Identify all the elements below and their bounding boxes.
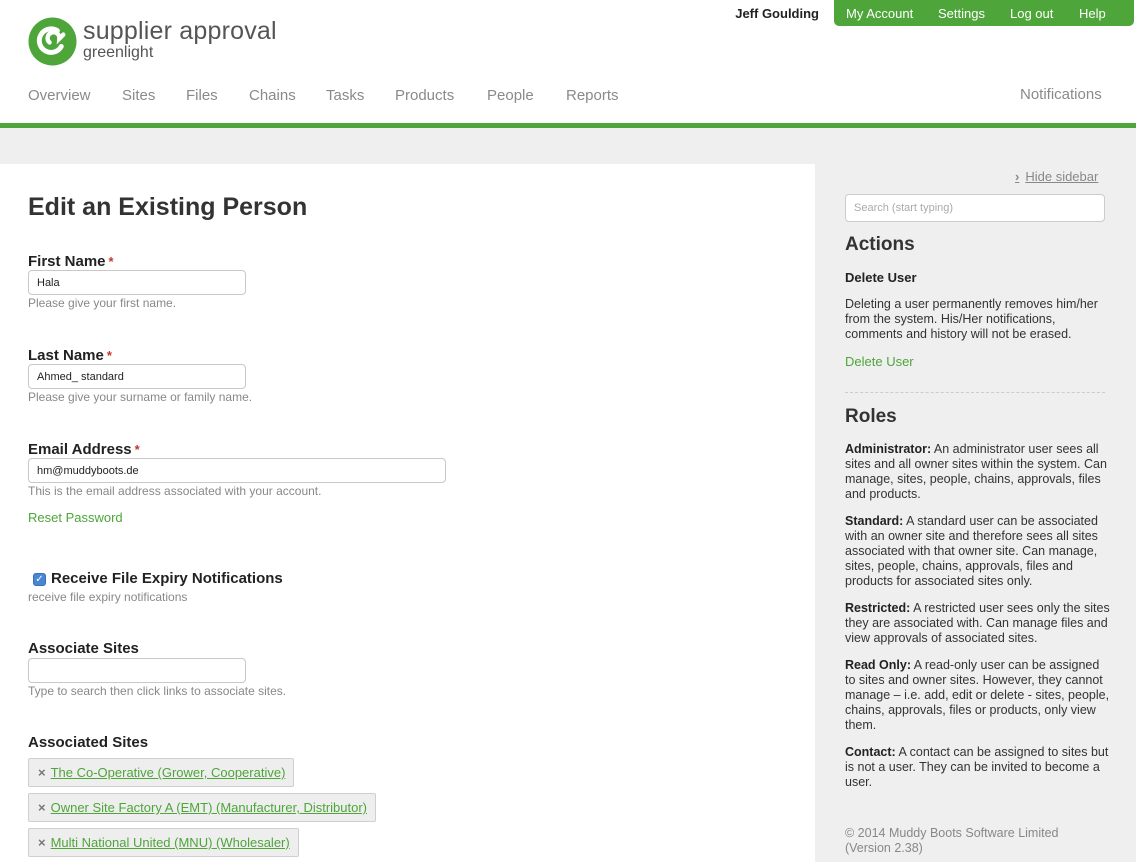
role-name: Read Only: (845, 658, 911, 672)
reset-password-link[interactable]: Reset Password (28, 510, 123, 525)
notifications-link[interactable]: Notifications (1020, 86, 1102, 103)
file-expiry-label[interactable]: Receive File Expiry Notifications (51, 570, 283, 587)
hide-sidebar-label: Hide sidebar (1025, 169, 1099, 184)
version-text: (Version 2.38) (845, 841, 923, 855)
file-expiry-help: receive file expiry notifications (28, 590, 188, 604)
last-name-label-text: Last Name (28, 347, 104, 364)
footer: © 2014 Muddy Boots Software Limited (Ver… (845, 826, 1110, 856)
last-name-help: Please give your surname or family name. (28, 390, 253, 404)
my-account-link[interactable]: My Account (846, 6, 913, 21)
nav-products[interactable]: Products (395, 87, 454, 104)
associate-sites-input[interactable] (28, 658, 246, 683)
nav-tasks[interactable]: Tasks (326, 87, 364, 104)
copyright-text: © 2014 Muddy Boots Software Limited (845, 826, 1059, 840)
main-content: Edit an Existing Person First Name* Plea… (0, 164, 815, 862)
nav-sites[interactable]: Sites (122, 87, 155, 104)
associated-site-chip: × Multi National United (MNU) (Wholesale… (28, 828, 299, 857)
role-name: Contact: (845, 745, 896, 759)
account-menu: My Account Settings Log out Help (834, 0, 1134, 26)
role-read-only: Read Only: A read-only user can be assig… (845, 658, 1110, 733)
brand-subtitle: greenlight (83, 44, 154, 61)
nav-reports[interactable]: Reports (566, 87, 619, 104)
role-standard: Standard: A standard user can be associa… (845, 514, 1110, 589)
first-name-input[interactable] (28, 270, 246, 295)
remove-icon[interactable]: × (38, 835, 46, 850)
hide-sidebar-link[interactable]: › Hide sidebar (1015, 169, 1098, 184)
delete-user-description: Deleting a user permanently removes him/… (845, 297, 1098, 341)
associated-site-chip: × Owner Site Factory A (EMT) (Manufactur… (28, 793, 377, 822)
required-marker: * (106, 348, 112, 363)
email-label: Email Address * (28, 441, 140, 458)
associated-site-link[interactable]: The Co-Operative (Grower, Cooperative) (51, 765, 286, 780)
associated-site-chip: × The Co-Operative (Grower, Cooperative) (28, 758, 295, 787)
first-name-help: Please give your first name. (28, 296, 177, 310)
role-name: Administrator: (845, 442, 932, 456)
associated-site-link[interactable]: Multi National United (MNU) (Wholesaler) (51, 835, 290, 850)
actions-heading: Actions (845, 234, 915, 255)
page-title: Edit an Existing Person (28, 193, 308, 221)
sidebar: › Hide sidebar Actions Delete User Deleti… (815, 164, 1136, 862)
current-user-name: Jeff Goulding (735, 6, 819, 21)
role-name: Restricted: (845, 601, 911, 615)
nav-people[interactable]: People (487, 87, 534, 104)
settings-link[interactable]: Settings (938, 6, 985, 21)
associated-site-link[interactable]: Owner Site Factory A (EMT) (Manufacturer… (51, 800, 367, 815)
first-name-label: First Name * (28, 253, 114, 270)
delete-user-heading: Delete User (845, 270, 917, 285)
header-band (0, 128, 1136, 164)
last-name-label: Last Name * (28, 347, 112, 364)
role-administrator: Administrator: An administrator user see… (845, 442, 1110, 502)
help-link[interactable]: Help (1079, 6, 1106, 21)
delete-user-link[interactable]: Delete User (845, 354, 914, 369)
nav-overview[interactable]: Overview (28, 87, 91, 104)
required-marker: * (134, 442, 140, 457)
role-name: Standard: (845, 514, 904, 528)
associate-sites-help: Type to search then click links to assoc… (28, 684, 287, 698)
greenlight-logo-icon (28, 17, 77, 66)
email-label-text: Email Address (28, 441, 132, 458)
role-restricted: Restricted: A restricted user sees only … (845, 601, 1110, 646)
checkmark-icon: ✓ (35, 574, 44, 585)
file-expiry-checkbox[interactable]: ✓ (33, 573, 46, 586)
associated-sites-label: Associated Sites (28, 734, 149, 751)
sidebar-divider (845, 392, 1105, 393)
roles-heading: Roles (845, 406, 897, 427)
sidebar-search-input[interactable] (845, 194, 1105, 222)
last-name-input[interactable] (28, 364, 246, 389)
required-marker: * (108, 254, 114, 269)
email-field[interactable] (28, 458, 446, 483)
email-help: This is the email address associated wit… (28, 484, 322, 498)
log-out-link[interactable]: Log out (1010, 6, 1053, 21)
nav-files[interactable]: Files (186, 87, 218, 104)
chevron-right-icon: › (1015, 169, 1020, 184)
remove-icon[interactable]: × (38, 800, 46, 815)
brand-title: supplier approval (83, 17, 277, 45)
brand-logo[interactable]: supplier approval greenlight (28, 17, 298, 67)
role-contact: Contact: A contact can be assigned to si… (845, 745, 1110, 790)
first-name-label-text: First Name (28, 253, 106, 270)
nav-chains[interactable]: Chains (249, 87, 296, 104)
associate-sites-label: Associate Sites (28, 640, 139, 657)
remove-icon[interactable]: × (38, 765, 46, 780)
